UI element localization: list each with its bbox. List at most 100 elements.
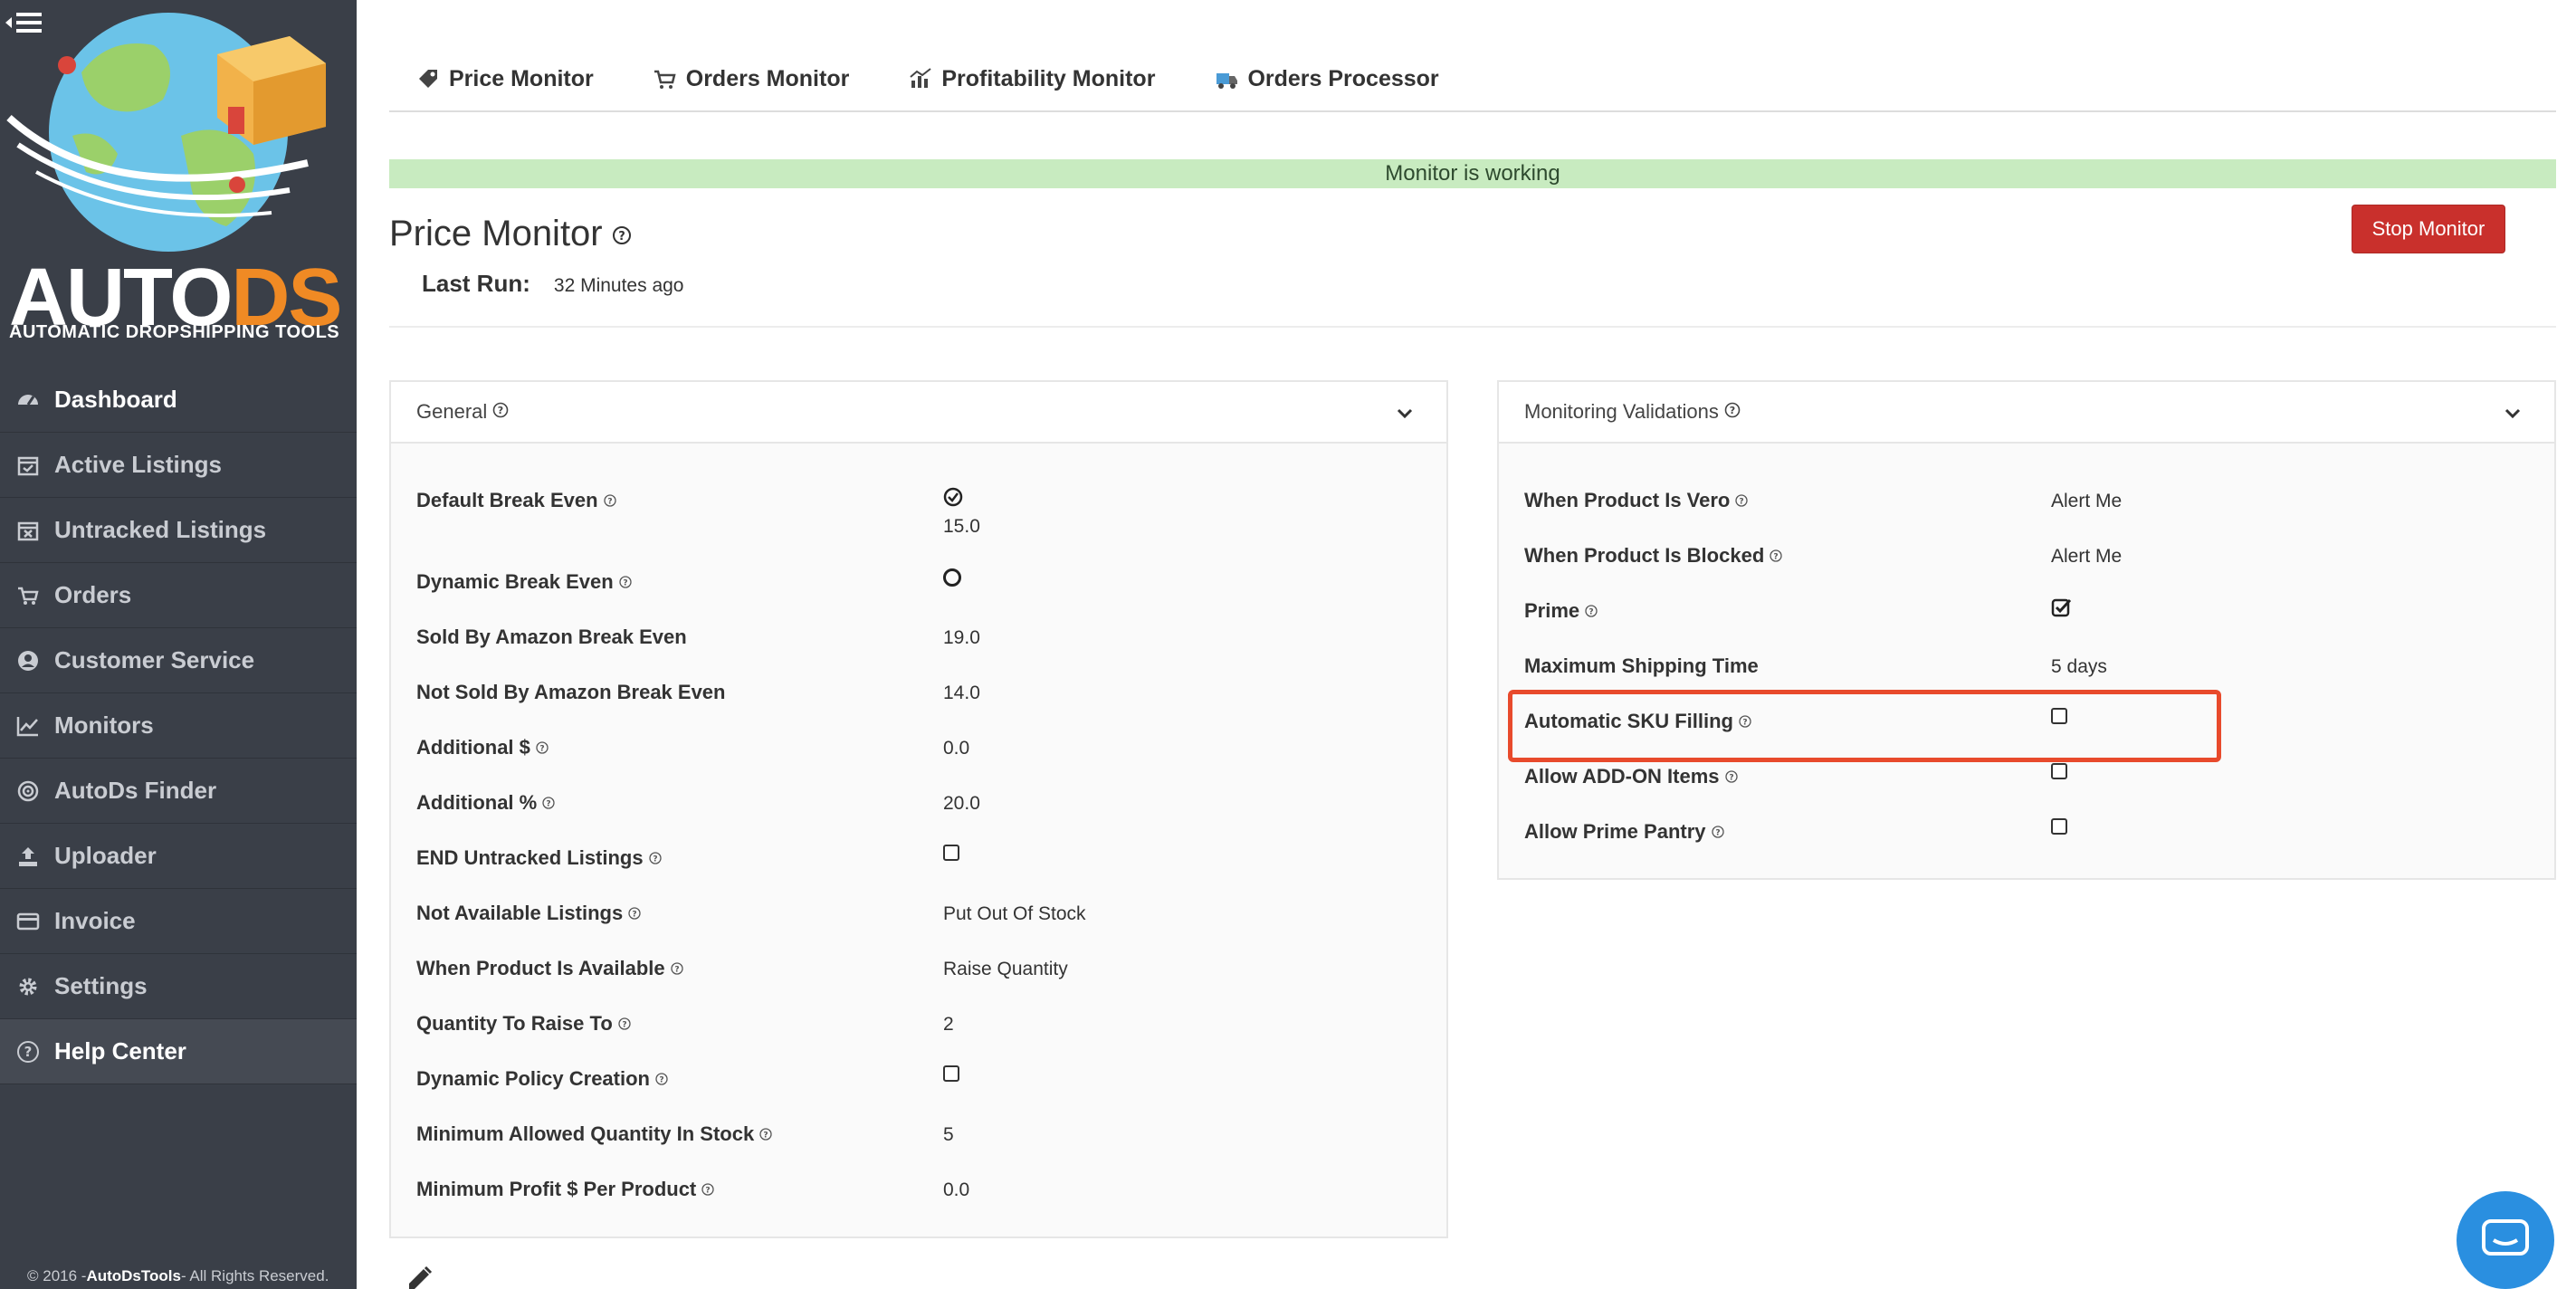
setting-value[interactable]: Alert Me xyxy=(2051,491,2122,512)
help-icon[interactable]: ? xyxy=(1735,489,1749,512)
help-icon[interactable]: ? xyxy=(1724,765,1738,788)
setting-value[interactable]: 0.0 xyxy=(943,1179,969,1201)
sidebar-item-help-center[interactable]: ? Help Center xyxy=(0,1019,357,1084)
sidebar-item-label: Monitors xyxy=(54,711,154,739)
annotation-highlight-box xyxy=(1508,690,2221,762)
tab-orders-monitor[interactable]: Orders Monitor xyxy=(652,56,849,101)
dynamic-policy-checkbox[interactable] xyxy=(943,1065,959,1082)
dashboard-icon xyxy=(14,387,42,414)
last-run-label: Last Run: xyxy=(422,270,530,297)
setting-when-product-available: When Product Is Available? Raise Quantit… xyxy=(416,957,1068,980)
help-icon[interactable]: ? xyxy=(1724,400,1741,424)
sidebar-item-label: Active Listings xyxy=(54,451,222,478)
svg-text:?: ? xyxy=(547,800,551,809)
setting-value[interactable]: 19.0 xyxy=(943,627,980,649)
help-icon[interactable]: ? xyxy=(655,1067,668,1091)
help-icon[interactable]: ? xyxy=(648,846,662,870)
upload-icon xyxy=(14,843,42,870)
sidebar-item-label: Orders xyxy=(54,581,132,608)
setting-value[interactable]: Alert Me xyxy=(2051,546,2122,568)
chevron-down-icon[interactable] xyxy=(1396,404,1414,427)
gear-icon xyxy=(14,973,42,1000)
sidebar-item-active-listings[interactable]: Active Listings xyxy=(0,433,357,498)
setting-value: 15.0 xyxy=(943,516,980,537)
calendar-x-icon xyxy=(14,517,42,544)
edit-pencil-icon[interactable] xyxy=(404,1265,433,1289)
tab-orders-processor[interactable]: Orders Processor xyxy=(1213,56,1439,101)
help-icon[interactable]: ? xyxy=(759,1122,772,1146)
setting-value[interactable]: 2 xyxy=(943,1014,954,1036)
help-icon[interactable]: ? xyxy=(618,1012,631,1036)
help-icon[interactable]: ? xyxy=(603,489,616,512)
help-icon[interactable]: ? xyxy=(542,791,555,815)
break-even-toggle-checked[interactable] xyxy=(943,487,963,511)
setting-minimum-profit: Minimum Profit $ Per Product? 0.0 xyxy=(416,1178,970,1201)
svg-text:?: ? xyxy=(623,579,627,588)
prime-pantry-checkbox[interactable] xyxy=(2051,818,2067,835)
question-circle-icon: ? xyxy=(14,1038,42,1065)
svg-text:?: ? xyxy=(1730,405,1735,416)
tab-label: Price Monitor xyxy=(449,65,594,91)
svg-text:?: ? xyxy=(1715,829,1720,838)
help-icon[interactable]: ? xyxy=(619,570,632,594)
tab-profitability-monitor[interactable]: Profitability Monitor xyxy=(907,56,1155,101)
svg-text:?: ? xyxy=(1729,774,1733,783)
sidebar-item-autods-finder[interactable]: AutoDs Finder xyxy=(0,759,357,824)
stop-monitor-button[interactable]: Stop Monitor xyxy=(2352,205,2505,253)
svg-text:?: ? xyxy=(653,855,657,864)
sidebar-item-uploader[interactable]: Uploader xyxy=(0,824,357,889)
monitor-status-bar: Monitor is working xyxy=(389,159,2556,188)
svg-text:?: ? xyxy=(659,1076,663,1085)
sidebar-item-customer-service[interactable]: Customer Service xyxy=(0,628,357,693)
sidebar-item-settings[interactable]: Settings xyxy=(0,954,357,1019)
setting-value[interactable]: Raise Quantity xyxy=(943,959,1068,980)
setting-dynamic-policy-creation: Dynamic Policy Creation? xyxy=(391,1056,1446,1112)
sidebar-item-label: Customer Service xyxy=(54,646,255,673)
help-icon[interactable]: ? xyxy=(492,400,509,424)
logo-tagline: AUTOMATIC DROPSHIPPING TOOLS xyxy=(9,322,340,342)
sidebar-item-orders[interactable]: Orders xyxy=(0,563,357,628)
setting-value[interactable]: 14.0 xyxy=(943,683,980,704)
sidebar-item-dashboard[interactable]: Dashboard xyxy=(0,368,357,433)
dynamic-break-even-radio[interactable] xyxy=(943,568,961,587)
chat-launcher-button[interactable] xyxy=(2457,1191,2554,1289)
chevron-down-icon[interactable] xyxy=(2504,404,2522,427)
help-icon[interactable]: ? xyxy=(628,902,641,925)
general-panel-header[interactable]: General ? xyxy=(391,382,1446,444)
validations-list: When Product Is Vero? Alert Me When Prod… xyxy=(1499,444,2554,864)
add-on-items-checkbox[interactable] xyxy=(2051,763,2067,779)
help-icon[interactable]: ? xyxy=(612,214,632,254)
sidebar-item-label: Dashboard xyxy=(54,386,177,413)
end-untracked-checkbox[interactable] xyxy=(943,845,959,861)
sidebar-item-invoice[interactable]: Invoice xyxy=(0,889,357,954)
help-icon[interactable]: ? xyxy=(536,736,549,759)
help-icon[interactable]: ? xyxy=(1770,544,1782,568)
help-icon[interactable]: ? xyxy=(671,957,683,980)
last-run: Last Run: 32 Minutes ago xyxy=(422,270,684,298)
calendar-check-icon xyxy=(14,452,42,479)
tab-label: Profitability Monitor xyxy=(941,65,1156,91)
tab-price-monitor[interactable]: Price Monitor xyxy=(415,56,594,101)
copyright-footer: © 2016 -AutoDsTools- All Rights Reserved… xyxy=(27,1267,329,1284)
setting-value[interactable]: Put Out Of Stock xyxy=(943,903,1086,925)
validations-panel-header[interactable]: Monitoring Validations ? xyxy=(1499,382,2554,444)
setting-value[interactable]: 5 days xyxy=(2051,656,2107,678)
setting-value[interactable]: 0.0 xyxy=(943,738,969,759)
setting-value[interactable]: 5 xyxy=(943,1124,954,1146)
setting-value[interactable]: 20.0 xyxy=(943,793,980,815)
autods-logo[interactable]: AUTODS AUTOMATIC DROPSHIPPING TOOLS xyxy=(0,0,357,353)
target-icon xyxy=(14,778,42,805)
truck-icon xyxy=(1213,65,1240,92)
menu-toggle-button[interactable] xyxy=(4,9,43,36)
svg-text:?: ? xyxy=(539,745,544,754)
prime-checkbox-checked[interactable] xyxy=(2051,597,2073,622)
cart-icon xyxy=(14,582,42,609)
setting-default-break-even: Default Break Even? 15.0 xyxy=(416,487,980,537)
help-icon[interactable]: ? xyxy=(1585,599,1598,623)
help-icon[interactable]: ? xyxy=(1711,820,1724,844)
validation-prime: Prime? xyxy=(1499,588,2554,644)
sidebar-item-untracked-listings[interactable]: Untracked Listings xyxy=(0,498,357,563)
cart-icon xyxy=(652,65,679,92)
sidebar-item-monitors[interactable]: Monitors xyxy=(0,693,357,759)
help-icon[interactable]: ? xyxy=(701,1178,714,1201)
